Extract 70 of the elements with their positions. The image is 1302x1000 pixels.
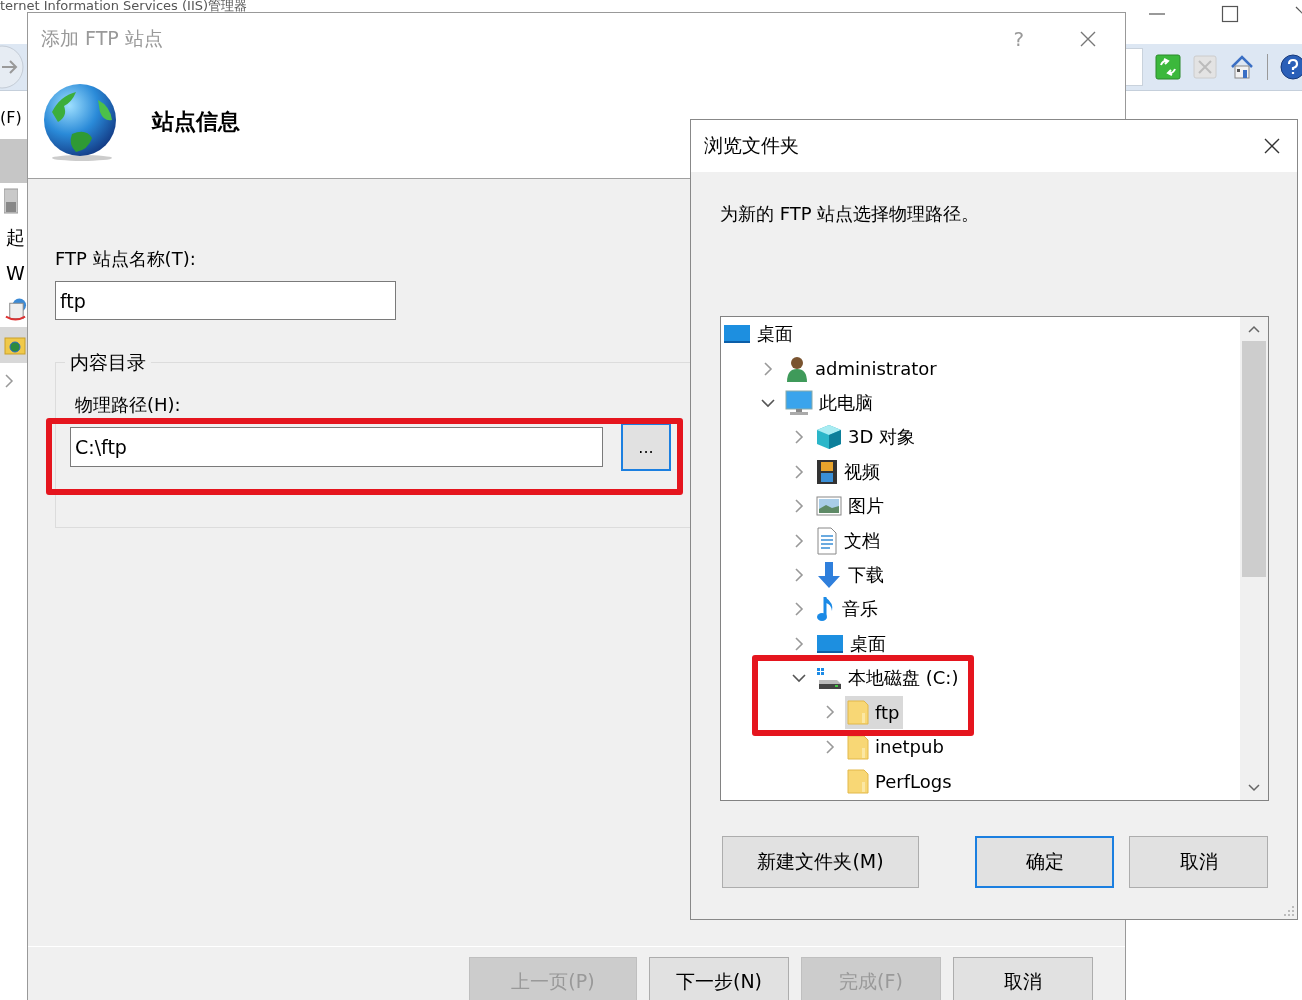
chevron-down-icon[interactable] — [791, 673, 806, 684]
page-heading: 站点信息 — [152, 107, 240, 136]
tree-item[interactable]: PerfLogs — [875, 770, 952, 792]
field-label: 物理路径(H): — [75, 393, 182, 417]
stop-icon[interactable] — [1193, 55, 1217, 79]
chevron-right-icon[interactable] — [793, 636, 804, 651]
tree-item[interactable]: 桌面 — [757, 322, 793, 347]
tree-item[interactable]: inetpub — [875, 736, 944, 758]
save-icon[interactable] — [4, 188, 18, 214]
chevron-right-icon[interactable] — [4, 373, 14, 389]
document-icon — [816, 526, 838, 555]
tree-item[interactable]: 视频 — [844, 459, 880, 484]
tree-item[interactable]: 此电脑 — [819, 390, 873, 415]
chevron-right-icon[interactable] — [793, 464, 804, 479]
tree-item[interactable]: 本地磁盘 (C:) — [848, 666, 959, 691]
monitor-icon — [785, 389, 813, 416]
tree-item[interactable]: administrator — [815, 358, 937, 380]
tree-item[interactable]: 起 — [0, 219, 27, 255]
scroll-down-icon[interactable] — [1248, 784, 1260, 792]
resize-grip-icon[interactable] — [1283, 905, 1295, 917]
dialog-title: 添加 FTP 站点 — [41, 26, 163, 51]
chevron-right-icon[interactable] — [793, 602, 804, 617]
field-label: FTP 站点名称(T): — [55, 247, 197, 271]
refresh-icon[interactable] — [1155, 54, 1181, 80]
folder-icon — [847, 699, 869, 726]
dialog-button[interactable]: 取消 — [1129, 836, 1268, 888]
folder-icon — [847, 768, 869, 795]
window-title: ternet Information Services (IIS)管理器 — [0, 0, 248, 12]
tree-item[interactable]: 桌面 — [850, 631, 886, 656]
instruction-text: 为新的 FTP 站点选择物理路径。 — [720, 202, 981, 226]
cube-icon — [816, 424, 842, 451]
help-icon[interactable] — [1280, 54, 1302, 80]
dialog-title: 浏览文件夹 — [704, 133, 799, 158]
dialog-button[interactable]: 确定 — [975, 836, 1114, 888]
user-icon — [785, 355, 809, 382]
chevron-right-icon[interactable] — [793, 533, 804, 548]
wizard-button[interactable]: 下一步(N) — [649, 957, 789, 1000]
menu-item[interactable]: (F) — [0, 103, 27, 133]
chevron-right-icon[interactable] — [793, 430, 804, 445]
chevron-right-icon[interactable] — [824, 705, 835, 720]
folder-icon — [847, 733, 869, 760]
drive-icon — [816, 666, 842, 691]
tree-item[interactable]: 3D 对象 — [848, 425, 916, 450]
tree-item[interactable]: 音乐 — [842, 597, 878, 622]
chevron-right-icon[interactable] — [793, 499, 804, 514]
maximize-icon[interactable] — [1221, 5, 1239, 23]
back-arrow-icon[interactable] — [0, 45, 24, 89]
tree-item[interactable]: 文档 — [844, 528, 880, 553]
picture-icon — [816, 496, 842, 517]
film-icon — [816, 458, 838, 485]
home-icon[interactable] — [1229, 54, 1255, 80]
wizard-button[interactable]: 取消 — [953, 957, 1093, 1000]
chevron-down-icon[interactable] — [760, 397, 775, 408]
input-field[interactable]: ftp — [55, 281, 396, 320]
input-field[interactable]: C:\ftp — [70, 427, 603, 467]
scroll-thumb[interactable] — [1242, 341, 1266, 577]
globe-icon — [42, 81, 118, 162]
scrollbar[interactable] — [1240, 317, 1268, 800]
scroll-up-icon[interactable] — [1248, 325, 1260, 333]
chevron-right-icon[interactable] — [824, 739, 835, 754]
tree-item[interactable]: 图片 — [848, 494, 884, 519]
browse-button[interactable]: ... — [621, 423, 671, 471]
down-arrow-icon — [816, 560, 842, 589]
chevron-right-icon[interactable] — [793, 567, 804, 582]
server-icon[interactable] — [4, 297, 27, 321]
dialog-button[interactable]: 新建文件夹(M) — [722, 836, 919, 888]
folder-icon[interactable] — [4, 334, 26, 356]
chevron-right-icon[interactable] — [762, 361, 773, 376]
tree-item[interactable]: 下载 — [848, 562, 884, 587]
tree-item[interactable]: W — [0, 255, 27, 291]
